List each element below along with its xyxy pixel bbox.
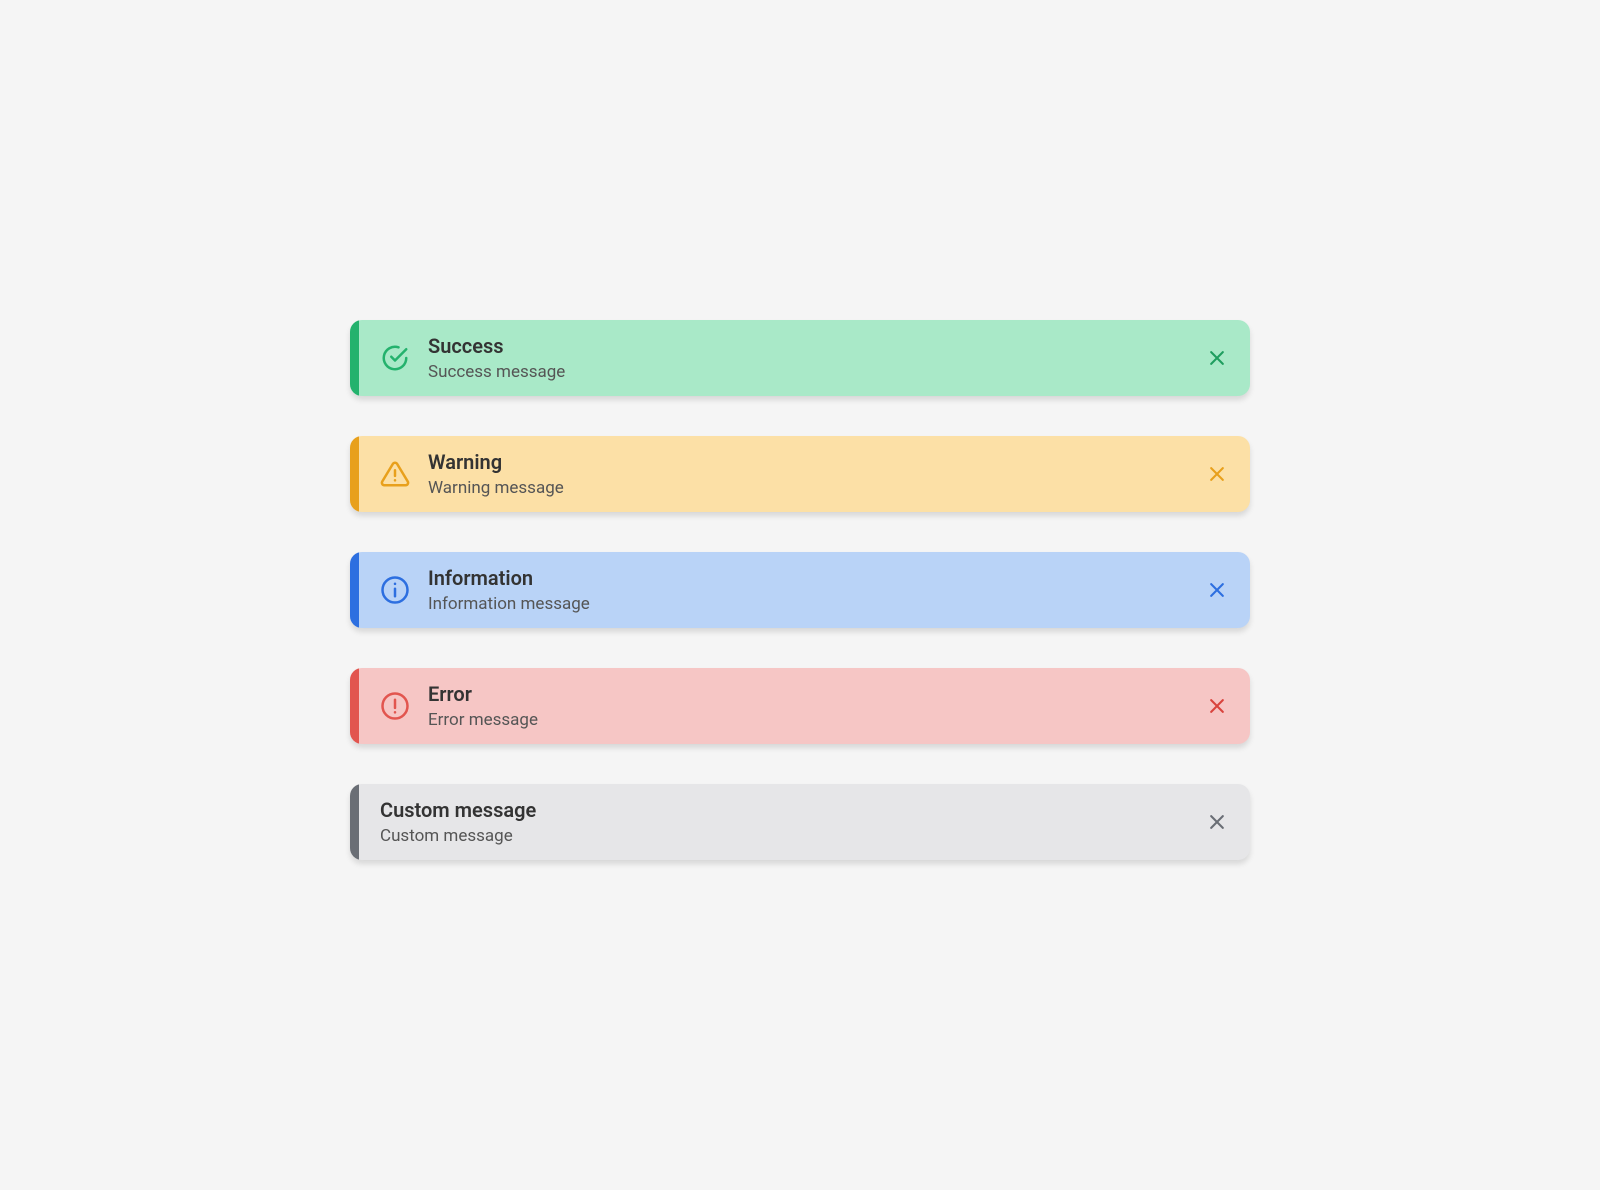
alert-title: Warning (428, 450, 1204, 474)
alert-title: Success (428, 334, 1204, 358)
close-button[interactable] (1204, 461, 1230, 487)
alert-warning: Warning Warning message (350, 436, 1250, 512)
close-icon (1207, 812, 1227, 832)
alert-title: Custom message (380, 798, 1204, 822)
alert-stripe (350, 436, 359, 512)
alert-success: Success Success message (350, 320, 1250, 396)
alert-content: Error Error message (428, 682, 1204, 730)
alert-triangle-icon (380, 459, 410, 489)
alert-message: Information message (428, 594, 1204, 614)
close-button[interactable] (1204, 693, 1230, 719)
alert-content: Information Information message (428, 566, 1204, 614)
alert-content: Warning Warning message (428, 450, 1204, 498)
alert-stripe (350, 320, 359, 396)
alert-message: Success message (428, 362, 1204, 382)
alert-error: Error Error message (350, 668, 1250, 744)
close-button[interactable] (1204, 577, 1230, 603)
alert-content: Success Success message (428, 334, 1204, 382)
alert-title: Error (428, 682, 1204, 706)
alert-info: Information Information message (350, 552, 1250, 628)
close-icon (1207, 348, 1227, 368)
alert-stripe (350, 668, 359, 744)
alert-stripe (350, 784, 359, 860)
alert-title: Information (428, 566, 1204, 590)
alert-message: Error message (428, 710, 1204, 730)
close-icon (1207, 696, 1227, 716)
alert-circle-icon (380, 691, 410, 721)
alert-stripe (350, 552, 359, 628)
close-button[interactable] (1204, 345, 1230, 371)
close-icon (1207, 464, 1227, 484)
alert-message: Custom message (380, 826, 1204, 846)
alerts-container: Success Success message Warning Warning … (350, 320, 1250, 860)
alert-content: Custom message Custom message (380, 798, 1204, 846)
close-button[interactable] (1204, 809, 1230, 835)
alert-custom: Custom message Custom message (350, 784, 1250, 860)
close-icon (1207, 580, 1227, 600)
info-circle-icon (380, 575, 410, 605)
check-circle-icon (380, 343, 410, 373)
alert-message: Warning message (428, 478, 1204, 498)
